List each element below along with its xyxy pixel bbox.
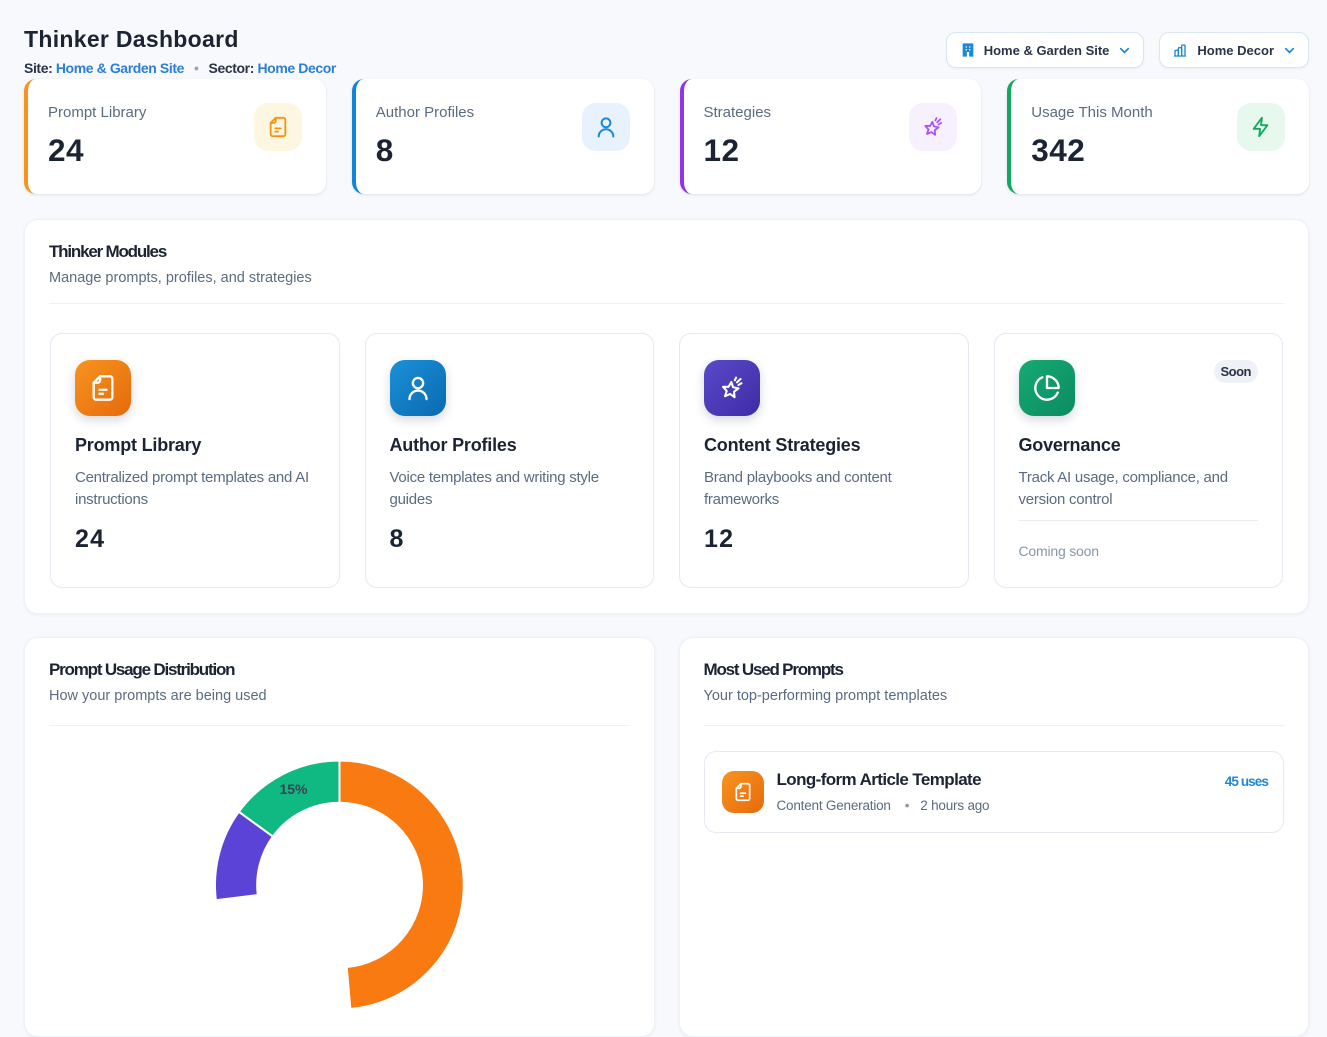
svg-text:15%: 15% xyxy=(279,781,308,797)
